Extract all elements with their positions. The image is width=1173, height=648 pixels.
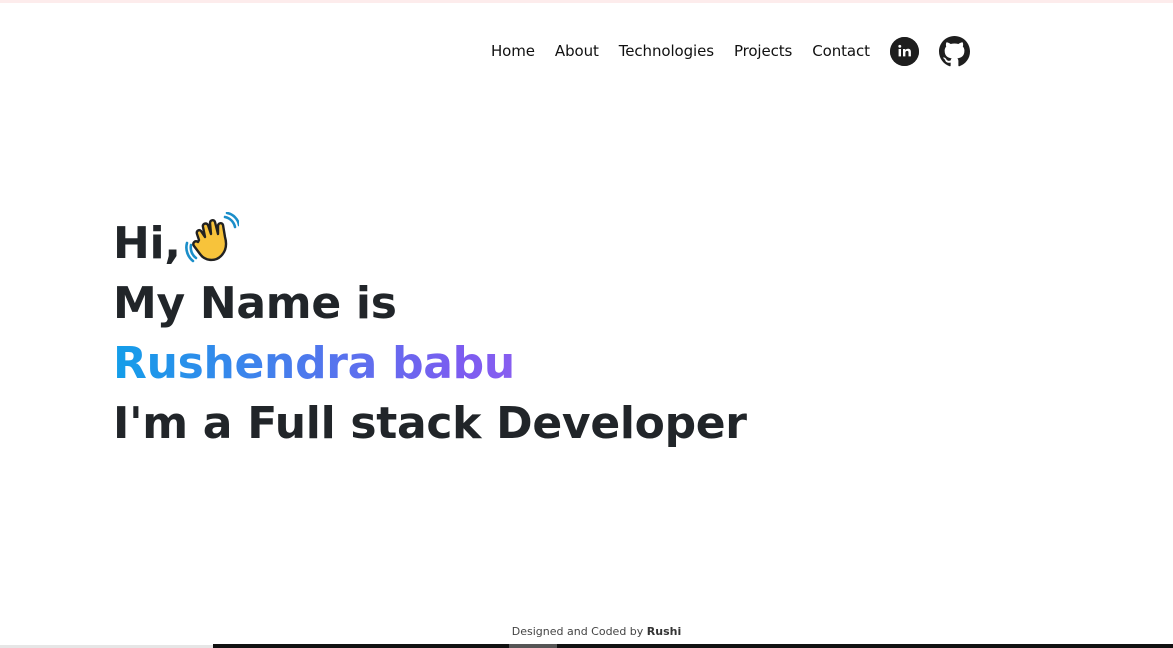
linkedin-icon[interactable] bbox=[889, 36, 919, 66]
footer-credit: Designed and Coded by Rushi bbox=[0, 625, 1173, 638]
nav-projects-link[interactable]: Projects bbox=[734, 42, 792, 60]
waving-hand-icon bbox=[184, 212, 239, 263]
github-icon[interactable] bbox=[938, 35, 970, 67]
hero-greeting: Hi, bbox=[113, 218, 181, 269]
nav-home-link[interactable]: Home bbox=[491, 42, 535, 60]
footer-author: Rushi bbox=[646, 625, 682, 638]
top-border bbox=[0, 0, 1173, 3]
horizontal-scrollbar-track[interactable] bbox=[213, 644, 1173, 648]
social-links bbox=[889, 35, 970, 67]
main-nav: Home About Technologies Projects Contact bbox=[491, 34, 970, 68]
nav-contact-link[interactable]: Contact bbox=[812, 42, 870, 60]
nav-about-link[interactable]: About bbox=[555, 42, 599, 60]
hero-section: Hi, My Name is Rushendra babu I'm a Full… bbox=[113, 212, 747, 454]
nav-technologies-link[interactable]: Technologies bbox=[619, 42, 714, 60]
footer-prefix: Designed and Coded by bbox=[511, 625, 647, 638]
hero-name: Rushendra babu bbox=[113, 334, 747, 394]
horizontal-scrollbar-thumb[interactable] bbox=[509, 644, 557, 648]
hero-intro: My Name is bbox=[113, 278, 397, 329]
hero-greeting-line: Hi, bbox=[113, 212, 747, 274]
hero-role: I'm a Full stack Developer bbox=[113, 398, 747, 449]
